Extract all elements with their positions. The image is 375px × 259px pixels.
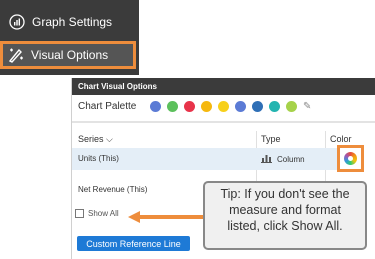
- menu-item-graph-settings[interactable]: Graph Settings: [0, 11, 139, 33]
- tip-line: measure and format: [229, 203, 341, 217]
- show-all-checkbox[interactable]: [75, 209, 84, 218]
- color-wheel-icon: [344, 152, 357, 165]
- custom-reference-line-button[interactable]: Custom Reference Line: [77, 236, 190, 251]
- edit-palette-icon[interactable]: ✎: [303, 101, 311, 112]
- column-header-type: Type: [261, 134, 281, 144]
- column-header-series[interactable]: Series ⌵: [78, 134, 113, 145]
- palette-swatches: [150, 101, 303, 112]
- chart-palette-row: Chart Palette ✎: [72, 95, 375, 118]
- palette-swatch[interactable]: [286, 101, 297, 112]
- tip-line: listed, click Show All.: [227, 219, 343, 233]
- palette-swatch[interactable]: [252, 101, 263, 112]
- divider: [72, 121, 375, 123]
- graph-settings-icon: [8, 13, 26, 31]
- series-table-header: Series ⌵ Type Color: [72, 132, 375, 147]
- callout-arrow-shaft: [138, 215, 204, 219]
- palette-swatch[interactable]: [167, 101, 178, 112]
- palette-swatch[interactable]: [218, 101, 229, 112]
- chevron-down-icon: ⌵: [106, 134, 113, 144]
- series-name: Units (This): [78, 154, 119, 163]
- palette-swatch[interactable]: [269, 101, 280, 112]
- table-row[interactable]: Units (This) Column: [72, 148, 346, 170]
- tip-callout: Tip: If you don't see the measure and fo…: [203, 181, 367, 250]
- show-all-label: Show All: [88, 209, 119, 218]
- tip-line: Tip: If you don't see the: [220, 187, 350, 201]
- series-color-button[interactable]: [337, 145, 364, 172]
- menu-item-label: Graph Settings: [32, 15, 113, 29]
- chart-type-select[interactable]: Column: [261, 153, 305, 165]
- palette-swatch[interactable]: [235, 101, 246, 112]
- visual-options-icon: [7, 46, 25, 64]
- settings-menu: Graph Settings Visual Options: [0, 0, 139, 75]
- palette-swatch[interactable]: [150, 101, 161, 112]
- column-header-color: Color: [330, 134, 352, 144]
- palette-swatch[interactable]: [201, 101, 212, 112]
- dialog-title: Chart Visual Options: [72, 78, 375, 95]
- series-header-label: Series: [78, 134, 104, 144]
- table-row[interactable]: Net Revenue (This): [78, 185, 147, 194]
- series-name: Net Revenue (This): [78, 185, 148, 194]
- menu-item-label: Visual Options: [31, 48, 109, 62]
- menu-item-visual-options[interactable]: Visual Options: [0, 41, 136, 69]
- palette-swatch[interactable]: [184, 101, 195, 112]
- show-all-option[interactable]: Show All: [75, 209, 119, 218]
- column-chart-icon: [261, 153, 272, 165]
- palette-label: Chart Palette: [78, 101, 137, 112]
- chart-type-label: Column: [277, 154, 305, 164]
